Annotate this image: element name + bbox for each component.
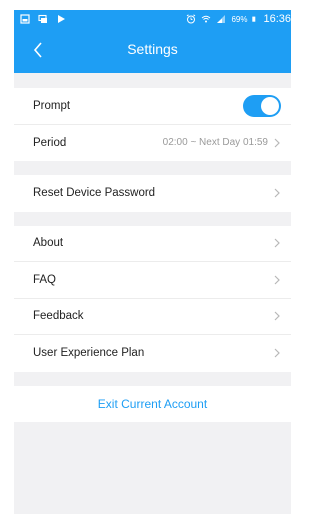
status-bar: 69% 16:36: [14, 10, 291, 28]
chevron-right-icon: [274, 275, 280, 285]
chevron-right-icon: [274, 188, 280, 198]
feedback-label: Feedback: [33, 310, 84, 323]
device-settings-group: Reset Device Password: [14, 175, 291, 212]
reset-device-password-label: Reset Device Password: [33, 187, 156, 200]
alarm-icon: [187, 14, 196, 24]
chevron-right-icon: [274, 311, 280, 321]
faq-row[interactable]: FAQ: [14, 262, 291, 299]
period-row[interactable]: Period 02:00 ~ Next Day 01:59: [14, 125, 291, 162]
gallery-notification-icon: [20, 14, 30, 24]
play-store-notification-icon: [58, 15, 65, 23]
chevron-right-icon: [274, 238, 280, 248]
wifi-icon: [202, 15, 211, 23]
feedback-row[interactable]: Feedback: [14, 299, 291, 335]
toggle-knob: [261, 96, 279, 115]
messages-notification-icon: [38, 14, 47, 23]
signal-icon: [217, 15, 226, 23]
prompt-row: Prompt: [14, 88, 291, 125]
battery-icon: [252, 16, 256, 22]
app-screen: 69% 16:36 Settings Prompt Period 02:00 ~…: [14, 10, 291, 514]
about-label: About: [33, 237, 64, 250]
faq-label: FAQ: [33, 273, 57, 286]
notification-settings-group: Prompt Period 02:00 ~ Next Day 01:59: [14, 88, 291, 161]
reset-device-password-row[interactable]: Reset Device Password: [14, 175, 291, 212]
user-experience-plan-row[interactable]: User Experience Plan: [14, 335, 291, 372]
prompt-label: Prompt: [33, 99, 71, 112]
user-experience-plan-label: User Experience Plan: [33, 347, 145, 360]
period-label: Period: [33, 136, 67, 149]
exit-account-section: Exit Current Account: [14, 385, 291, 422]
info-settings-group: About FAQ Feedback User Experience Plan: [14, 225, 291, 372]
battery-percent: 69%: [231, 14, 248, 24]
chevron-right-icon: [274, 138, 280, 148]
prompt-toggle[interactable]: [243, 94, 281, 117]
app-bar: Settings: [14, 28, 291, 73]
about-row[interactable]: About: [14, 226, 291, 262]
chevron-right-icon: [274, 348, 280, 358]
period-value: 02:00 ~ Next Day 01:59: [162, 137, 268, 149]
exit-current-account-button[interactable]: Exit Current Account: [98, 397, 207, 411]
status-time: 16:36: [263, 13, 291, 25]
page-title: Settings: [127, 41, 178, 57]
